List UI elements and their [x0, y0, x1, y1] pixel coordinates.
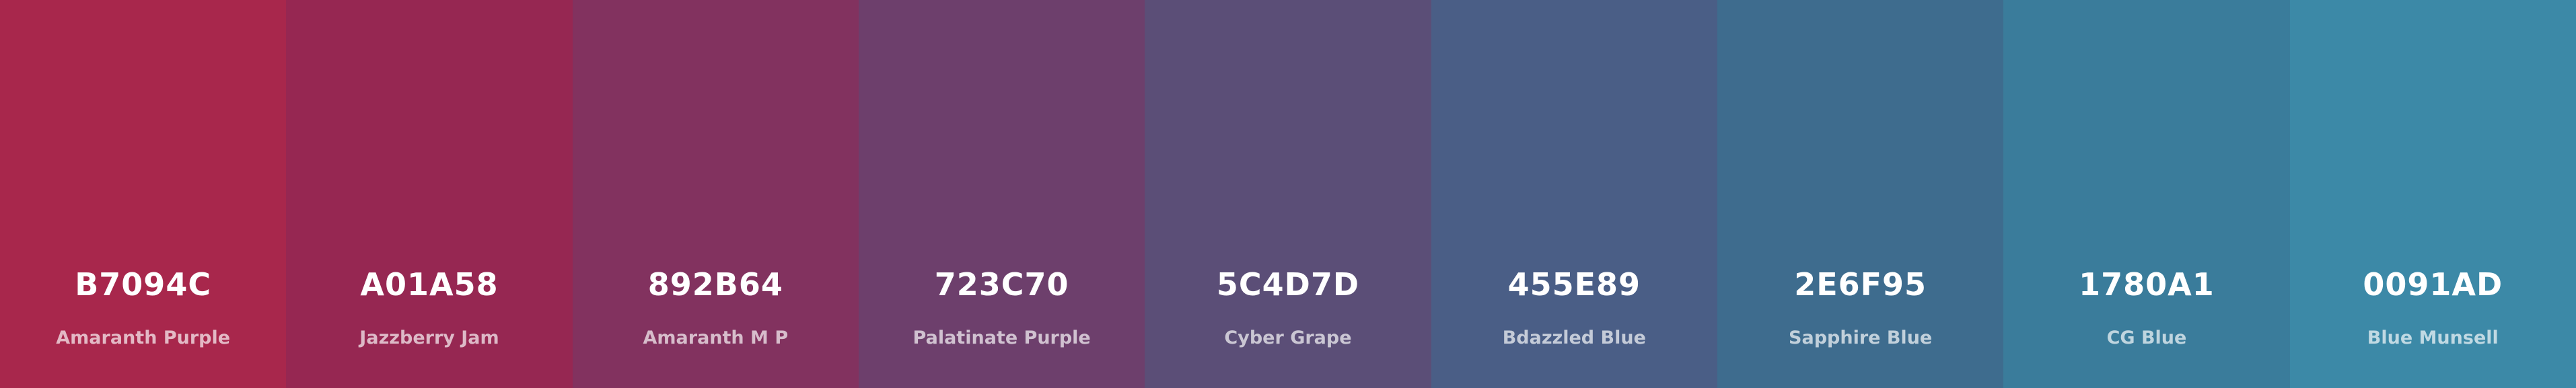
hex-code[interactable]: 2E6F95 — [1717, 269, 2003, 300]
hex-code[interactable]: 455E89 — [1431, 269, 1717, 300]
color-palette: B7094C Amaranth Purple A01A58 Jazzberry … — [0, 0, 2576, 388]
color-name: Blue Munsell — [2367, 327, 2499, 348]
color-name: Jazzberry Jam — [359, 327, 499, 348]
color-name: Amaranth Purple — [56, 327, 231, 348]
color-name: Sapphire Blue — [1789, 327, 1933, 348]
hex-code[interactable]: 0091AD — [2290, 269, 2576, 300]
color-swatch-jazzberry-jam[interactable]: A01A58 Jazzberry Jam — [286, 0, 573, 388]
color-swatch-blue-munsell[interactable]: 0091AD Blue Munsell — [2289, 0, 2576, 388]
color-swatch-bdazzled-blue[interactable]: 455E89 Bdazzled Blue — [1431, 0, 1717, 388]
color-name: Cyber Grape — [1224, 327, 1352, 348]
hex-code[interactable]: 1780A1 — [2003, 269, 2289, 300]
hex-code[interactable]: 892B64 — [573, 269, 859, 300]
hex-code[interactable]: 5C4D7D — [1145, 269, 1431, 300]
color-swatch-cg-blue[interactable]: 1780A1 CG Blue — [2003, 0, 2290, 388]
color-swatch-palatinate-purple[interactable]: 723C70 Palatinate Purple — [858, 0, 1145, 388]
color-name: CG Blue — [2106, 327, 2187, 348]
color-swatch-sapphire-blue[interactable]: 2E6F95 Sapphire Blue — [1717, 0, 2004, 388]
color-name: Palatinate Purple — [913, 327, 1091, 348]
color-swatch-amaranth-m-p[interactable]: 892B64 Amaranth M P — [572, 0, 859, 388]
color-name: Amaranth M P — [643, 327, 789, 348]
color-swatch-amaranth-purple[interactable]: B7094C Amaranth Purple — [0, 0, 287, 388]
color-name: Bdazzled Blue — [1502, 327, 1646, 348]
hex-code[interactable]: A01A58 — [286, 269, 572, 300]
hex-code[interactable]: 723C70 — [859, 269, 1145, 300]
color-swatch-cyber-grape[interactable]: 5C4D7D Cyber Grape — [1145, 0, 1431, 388]
hex-code[interactable]: B7094C — [0, 269, 286, 300]
